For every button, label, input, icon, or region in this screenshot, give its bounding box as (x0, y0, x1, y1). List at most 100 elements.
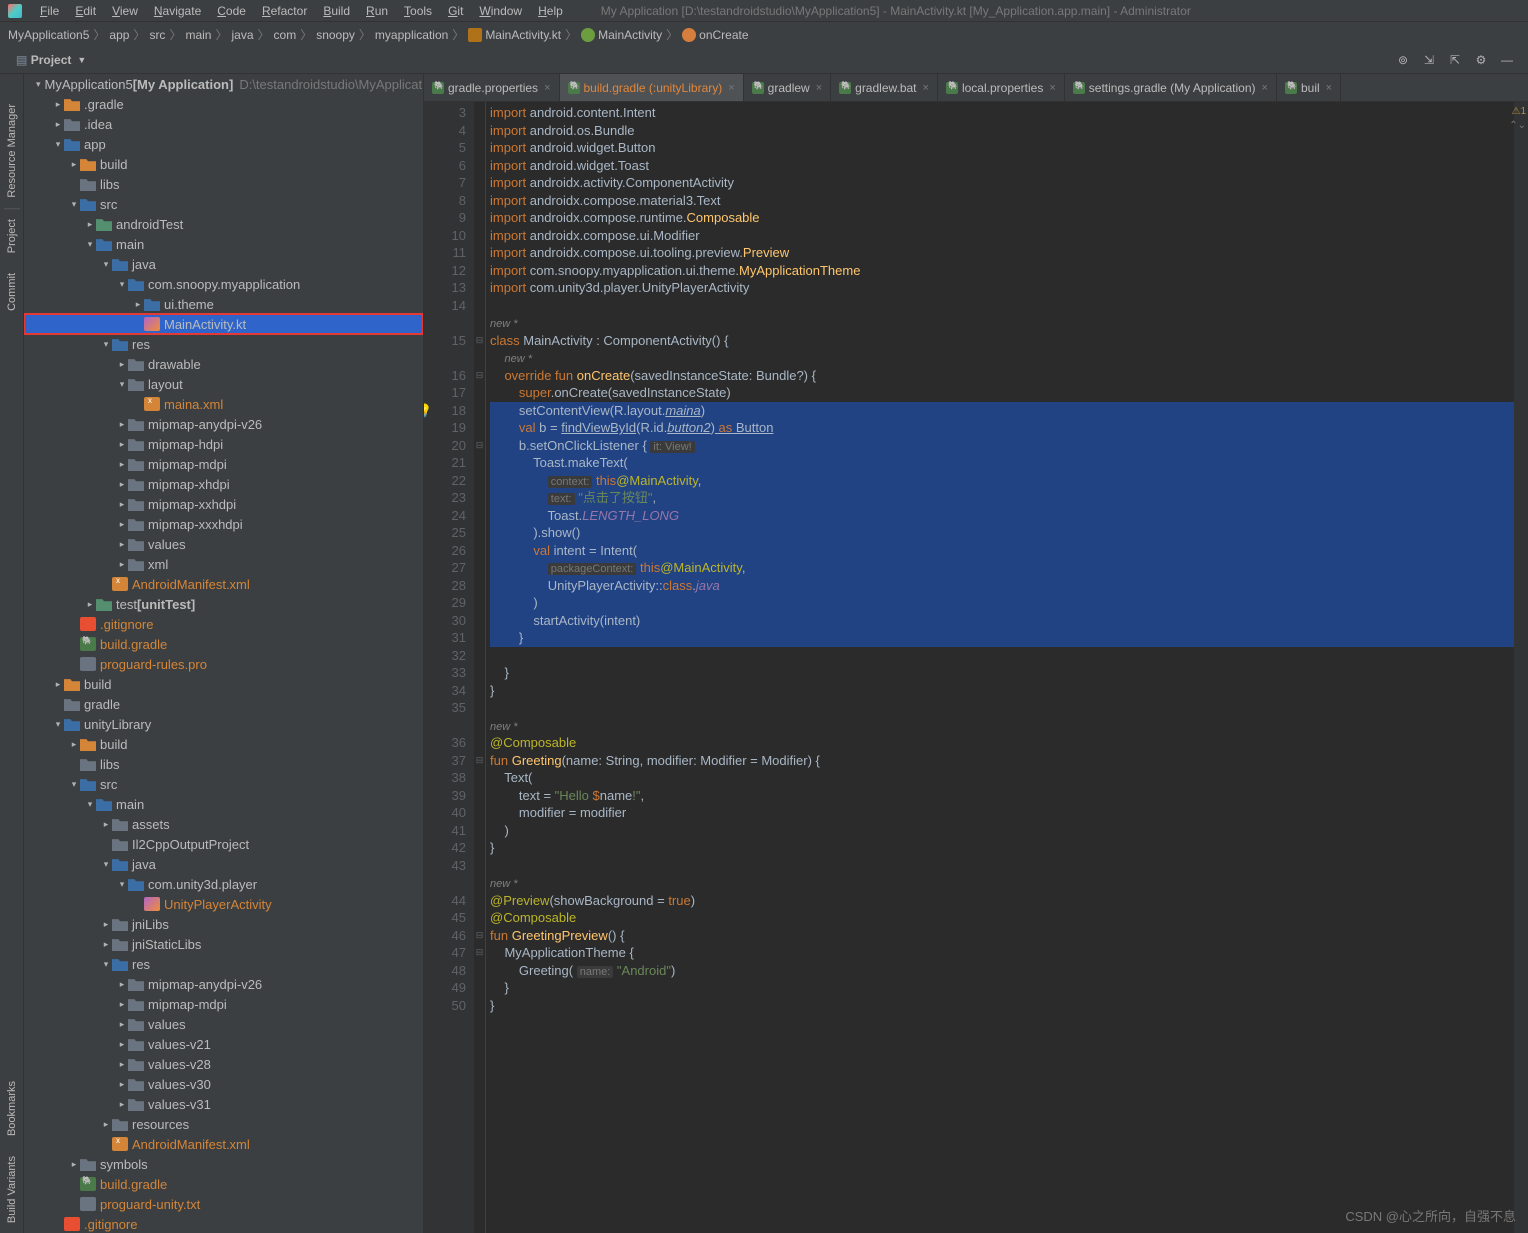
editor-tab[interactable]: local.properties× (938, 74, 1065, 101)
close-icon[interactable]: × (728, 82, 734, 94)
rail-build-variants[interactable]: Build Variants (4, 1146, 20, 1233)
menu-run[interactable]: Run (358, 4, 396, 18)
tree-item[interactable]: mipmap-anydpi-v26 (24, 974, 423, 994)
collapse-all-icon[interactable]: ⇱ (1444, 49, 1466, 71)
tree-item[interactable]: androidTest (24, 214, 423, 234)
breadcrumb-item[interactable]: app (109, 28, 129, 42)
editor-tab[interactable]: gradlew.bat× (831, 74, 938, 101)
close-icon[interactable]: × (923, 82, 929, 94)
editor-tab[interactable]: buil× (1277, 74, 1341, 101)
tree-item[interactable]: mipmap-hdpi (24, 434, 423, 454)
breadcrumb-item[interactable]: MainActivity (598, 28, 662, 42)
rail-resource-manager[interactable]: Resource Manager (4, 94, 20, 208)
breadcrumb-item[interactable]: java (231, 28, 253, 42)
menu-git[interactable]: Git (440, 4, 471, 18)
breadcrumb-item[interactable]: com (274, 28, 297, 42)
fold-column[interactable]: ⊟⊟⊟⊟⊟⊟ (474, 102, 486, 1233)
tree-item[interactable]: assets (24, 814, 423, 834)
menu-file[interactable]: File (32, 4, 67, 18)
menu-code[interactable]: Code (209, 4, 254, 18)
tree-item[interactable]: values-v31 (24, 1094, 423, 1114)
rail-project[interactable]: Project (4, 208, 20, 263)
menu-edit[interactable]: Edit (67, 4, 104, 18)
tree-item[interactable]: mipmap-xhdpi (24, 474, 423, 494)
breadcrumb-item[interactable]: main (185, 28, 211, 42)
close-icon[interactable]: × (1262, 82, 1268, 94)
nav-up-down-icon[interactable]: ⌃⌄ (1509, 120, 1526, 131)
tree-item[interactable]: libs (24, 754, 423, 774)
tree-item[interactable]: build.gradle (24, 1174, 423, 1194)
tree-item[interactable]: com.snoopy.myapplication (24, 274, 423, 294)
rail-bookmarks[interactable]: Bookmarks (4, 1071, 20, 1146)
rail-commit[interactable]: Commit (4, 263, 20, 321)
error-stripe[interactable]: ⚠1 ⌃⌄ (1514, 102, 1528, 1233)
project-selector[interactable]: ▤ Project▼ (8, 51, 94, 69)
editor-tab[interactable]: settings.gradle (My Application)× (1065, 74, 1277, 101)
tree-item[interactable]: layout (24, 374, 423, 394)
tree-item[interactable]: proguard-unity.txt (24, 1194, 423, 1214)
menu-navigate[interactable]: Navigate (146, 4, 209, 18)
tree-item[interactable]: values-v28 (24, 1054, 423, 1074)
tree-item[interactable]: src (24, 774, 423, 794)
tree-item[interactable]: main (24, 234, 423, 254)
tree-item[interactable]: values (24, 1014, 423, 1034)
tree-item[interactable]: proguard-rules.pro (24, 654, 423, 674)
breadcrumb-item[interactable]: src (149, 28, 165, 42)
tree-item[interactable]: resources (24, 1114, 423, 1134)
tree-item[interactable]: MainActivity.kt (24, 314, 423, 334)
project-tree[interactable]: MyApplication5 [My Application]D:\testan… (24, 74, 424, 1233)
tree-item[interactable]: main (24, 794, 423, 814)
close-icon[interactable]: × (1326, 82, 1332, 94)
tree-item[interactable]: mipmap-anydpi-v26 (24, 414, 423, 434)
menu-help[interactable]: Help (530, 4, 571, 18)
warning-icon[interactable]: ⚠1 (1511, 106, 1526, 117)
tree-item[interactable]: res (24, 954, 423, 974)
breadcrumb-item[interactable]: MyApplication5 (8, 28, 89, 42)
breadcrumb-item[interactable]: snoopy (316, 28, 355, 42)
editor-tab[interactable]: gradle.properties× (424, 74, 560, 101)
tree-item[interactable]: app (24, 134, 423, 154)
settings-icon[interactable]: ⚙ (1470, 49, 1492, 71)
close-icon[interactable]: × (544, 82, 550, 94)
tree-item[interactable]: build.gradle (24, 634, 423, 654)
tree-item[interactable]: unityLibrary (24, 714, 423, 734)
expand-all-icon[interactable]: ⇲ (1418, 49, 1440, 71)
tree-item[interactable]: AndroidManifest.xml (24, 1134, 423, 1154)
menu-view[interactable]: View (104, 4, 146, 18)
tree-item[interactable]: UnityPlayerActivity (24, 894, 423, 914)
tree-item[interactable]: java (24, 854, 423, 874)
tree-item[interactable]: jniLibs (24, 914, 423, 934)
tree-item[interactable]: values-v21 (24, 1034, 423, 1054)
tree-item[interactable]: mipmap-mdpi (24, 454, 423, 474)
tree-item[interactable]: xml (24, 554, 423, 574)
tree-item[interactable]: src (24, 194, 423, 214)
close-icon[interactable]: × (816, 82, 822, 94)
tree-item[interactable]: java (24, 254, 423, 274)
tree-item[interactable]: mipmap-mdpi (24, 994, 423, 1014)
select-opened-file-icon[interactable]: ⊚ (1392, 49, 1414, 71)
tree-item[interactable]: gradle (24, 694, 423, 714)
editor-tab[interactable]: build.gradle (:unityLibrary)× (560, 74, 744, 101)
tree-item[interactable]: test [unitTest] (24, 594, 423, 614)
tree-item[interactable]: build (24, 154, 423, 174)
tree-item[interactable]: AndroidManifest.xml (24, 574, 423, 594)
tree-item[interactable]: drawable (24, 354, 423, 374)
code-content[interactable]: import android.content.Intentimport andr… (486, 102, 1528, 1233)
tree-item[interactable]: libs (24, 174, 423, 194)
tree-item[interactable]: ui.theme (24, 294, 423, 314)
tree-item[interactable]: MyApplication5 [My Application]D:\testan… (24, 74, 423, 94)
menu-refactor[interactable]: Refactor (254, 4, 315, 18)
tree-item[interactable]: .gradle (24, 94, 423, 114)
breadcrumb-item[interactable]: MainActivity.kt (485, 28, 561, 42)
editor-tab[interactable]: gradlew× (744, 74, 831, 101)
tree-item[interactable]: .gitignore (24, 1214, 423, 1233)
tree-item[interactable]: values (24, 534, 423, 554)
close-icon[interactable]: × (1049, 82, 1055, 94)
tree-item[interactable]: build (24, 734, 423, 754)
tree-item[interactable]: maina.xml (24, 394, 423, 414)
tree-item[interactable]: com.unity3d.player (24, 874, 423, 894)
tree-item[interactable]: mipmap-xxhdpi (24, 494, 423, 514)
tree-item[interactable]: mipmap-xxxhdpi (24, 514, 423, 534)
tree-item[interactable]: Il2CppOutputProject (24, 834, 423, 854)
tree-item[interactable]: symbols (24, 1154, 423, 1174)
